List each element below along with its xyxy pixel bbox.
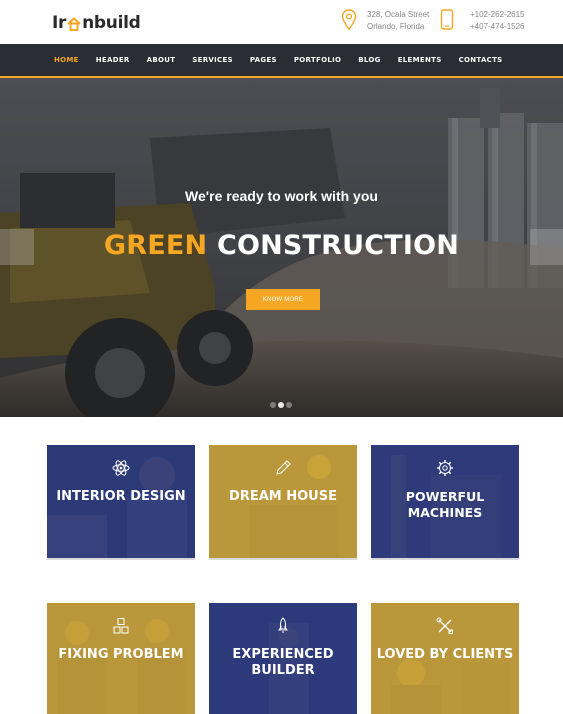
main-nav: HOME HEADER ABOUT SERVICES PAGES PORTFOL… [0, 44, 563, 78]
hero-slider: We're ready to work with you GREEN CONST… [0, 78, 563, 417]
logo-text-right: nbuild [82, 13, 141, 33]
nav-item-elements[interactable]: ELEMENTS [398, 56, 442, 64]
service-label: INTERIOR DESIGN [56, 489, 186, 504]
slider-dot-2[interactable] [278, 402, 284, 408]
address-block: 328, Ocala Street Orlando, Florida [341, 9, 429, 33]
service-tile-powerful-machines[interactable]: POWERFUL MACHINES [371, 445, 519, 558]
logo-text-left: Ir [52, 13, 67, 33]
know-more-button[interactable]: KNOW MORE [246, 289, 320, 310]
nav-item-pages[interactable]: PAGES [250, 56, 277, 64]
pencil-icon [274, 459, 292, 481]
slider-dots [270, 402, 294, 408]
nav-item-header[interactable]: HEADER [96, 56, 130, 64]
rocket-icon [274, 617, 292, 639]
slider-dot-3[interactable] [286, 402, 292, 408]
phone-icon [440, 9, 454, 33]
nav-item-portfolio[interactable]: PORTFOLIO [294, 56, 341, 64]
slider-prev-arrow[interactable] [0, 229, 34, 265]
slider-dot-1[interactable] [270, 402, 276, 408]
address-line2: Orlando, Florida [367, 22, 425, 31]
hero-title-rest: CONSTRUCTION [216, 230, 460, 261]
hero-subtitle: We're ready to work with you [185, 188, 378, 204]
service-label: LOVED BY CLIENTS [376, 647, 514, 662]
gear-icon [436, 459, 454, 481]
service-tile-experienced-builder[interactable]: EXPERIENCED BUILDER [209, 603, 357, 714]
nav-item-services[interactable]: SERVICES [192, 56, 233, 64]
service-tile-dream-house[interactable]: DREAM HOUSE [209, 445, 357, 558]
service-label: DREAM HOUSE [229, 489, 337, 504]
phone-1[interactable]: +102-262-2615 [470, 9, 525, 21]
site-logo[interactable]: Ir nbuild [52, 12, 141, 34]
nav-item-blog[interactable]: BLOG [358, 56, 380, 64]
service-tile-interior-design[interactable]: INTERIOR DESIGN [47, 445, 195, 558]
blocks-icon [112, 617, 130, 639]
atom-icon [112, 459, 130, 481]
map-pin-icon [341, 9, 357, 33]
slider-next-arrow[interactable] [530, 229, 563, 265]
top-bar: Ir nbuild 328, Ocala Street Orlando, Flo… [0, 0, 563, 44]
service-tile-fixing-problem[interactable]: FIXING PROBLEM [47, 603, 195, 714]
address-line1: 328, Ocala Street [367, 10, 430, 19]
phone-2[interactable]: +407-474-1526 [470, 21, 525, 33]
tools-icon [436, 617, 454, 639]
house-logo-icon [67, 16, 81, 31]
hero-title-highlight: GREEN [103, 230, 208, 261]
service-label: POWERFUL MACHINES [405, 489, 485, 520]
phone-block: +102-262-2615 +407-474-1526 [440, 9, 525, 33]
service-label: EXPERIENCED BUILDER [232, 647, 334, 678]
nav-item-home[interactable]: HOME [54, 56, 79, 64]
nav-item-contacts[interactable]: CONTACTS [459, 56, 503, 64]
nav-item-about[interactable]: ABOUT [147, 56, 176, 64]
service-label: FIXING PROBLEM [58, 647, 184, 662]
service-tile-loved-by-clients[interactable]: LOVED BY CLIENTS [371, 603, 519, 714]
hero-title: GREEN CONSTRUCTION [0, 230, 563, 261]
